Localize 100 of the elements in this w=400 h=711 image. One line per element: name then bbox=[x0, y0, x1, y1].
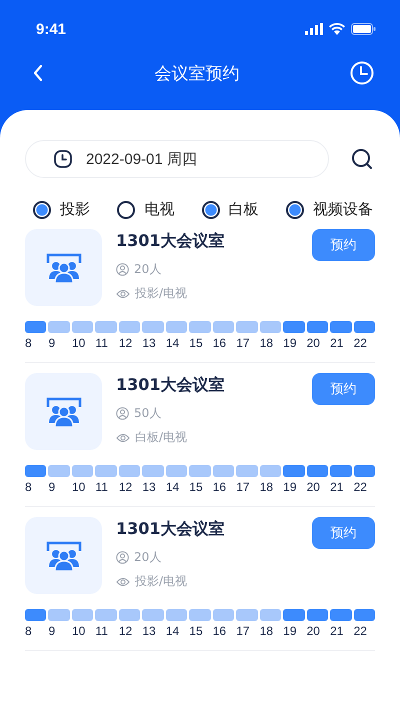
time-slot[interactable] bbox=[166, 321, 188, 333]
hour-label: 19 bbox=[283, 336, 298, 350]
time-slot[interactable] bbox=[25, 321, 46, 333]
room-name: 1301大会议室 bbox=[116, 375, 226, 396]
time-slot[interactable] bbox=[166, 465, 188, 477]
time-slot[interactable] bbox=[283, 609, 305, 621]
filter-option[interactable]: 投影 bbox=[33, 200, 90, 219]
time-slot[interactable] bbox=[212, 609, 234, 621]
room-equipment: 白板/电视 bbox=[135, 429, 188, 446]
eye-icon bbox=[116, 288, 130, 298]
eye-icon bbox=[116, 432, 130, 442]
hour-label: 18 bbox=[260, 480, 274, 494]
battery-icon bbox=[351, 23, 376, 35]
radio-button[interactable] bbox=[286, 200, 304, 218]
room-name: 1301大会议室 bbox=[116, 519, 226, 540]
hour-label: 8 bbox=[25, 336, 33, 350]
time-slot[interactable] bbox=[212, 465, 234, 477]
back-icon[interactable] bbox=[32, 64, 44, 82]
time-slot[interactable] bbox=[354, 609, 376, 621]
hour-label: 14 bbox=[166, 480, 180, 494]
time-slot[interactable] bbox=[72, 609, 94, 621]
time-slot[interactable] bbox=[118, 465, 140, 477]
room-capacity: 20人 bbox=[134, 261, 162, 278]
time-slot[interactable] bbox=[142, 609, 164, 621]
hour-label: 22 bbox=[354, 336, 368, 350]
time-slot[interactable] bbox=[354, 465, 376, 477]
time-slot[interactable] bbox=[189, 609, 211, 621]
hour-label: 9 bbox=[48, 624, 56, 638]
hour-label: 22 bbox=[354, 624, 368, 638]
time-slot[interactable] bbox=[236, 465, 258, 477]
time-slot[interactable] bbox=[260, 321, 282, 333]
room-equipment: 投影/电视 bbox=[135, 573, 188, 590]
meeting-room-icon bbox=[46, 252, 82, 282]
time-slot[interactable] bbox=[95, 465, 117, 477]
time-slot[interactable] bbox=[330, 465, 352, 477]
date-field[interactable]: 2022-09-01 周四 bbox=[25, 140, 329, 178]
time-slot[interactable] bbox=[283, 465, 305, 477]
filter-option[interactable]: 电视 bbox=[117, 200, 174, 219]
meeting-room-icon bbox=[46, 396, 82, 426]
time-slot[interactable] bbox=[306, 465, 328, 477]
radio-button[interactable] bbox=[202, 200, 220, 218]
person-icon bbox=[116, 407, 129, 420]
room-capacity: 50人 bbox=[134, 405, 162, 422]
hour-label: 13 bbox=[142, 624, 157, 638]
time-slot[interactable] bbox=[306, 321, 328, 333]
hour-label: 10 bbox=[72, 336, 86, 350]
hour-label: 9 bbox=[48, 480, 56, 494]
hour-label: 21 bbox=[330, 624, 344, 638]
time-slot[interactable] bbox=[236, 609, 258, 621]
time-slot[interactable] bbox=[189, 465, 211, 477]
filter-option[interactable]: 视频设备 bbox=[286, 200, 373, 219]
hour-label: 18 bbox=[260, 624, 274, 638]
filter-option[interactable]: 白板 bbox=[202, 200, 259, 219]
radio-button[interactable] bbox=[117, 200, 136, 218]
hour-label: 15 bbox=[189, 336, 204, 350]
hour-label: 10 bbox=[72, 624, 86, 638]
time-slot[interactable] bbox=[142, 465, 164, 477]
time-slot[interactable] bbox=[283, 321, 305, 333]
hour-label: 20 bbox=[306, 480, 321, 494]
radio-button[interactable] bbox=[33, 200, 51, 218]
time-slot[interactable] bbox=[48, 609, 70, 621]
time-slot[interactable] bbox=[72, 465, 94, 477]
hour-label: 12 bbox=[118, 480, 134, 494]
hour-label: 16 bbox=[212, 480, 228, 494]
time-slot[interactable] bbox=[118, 609, 140, 621]
eye-icon bbox=[116, 576, 130, 586]
time-slot[interactable] bbox=[95, 321, 117, 333]
meeting-room-icon bbox=[46, 540, 82, 570]
time-slot[interactable] bbox=[212, 321, 234, 333]
hour-label: 14 bbox=[166, 336, 180, 350]
search-icon[interactable] bbox=[351, 148, 373, 170]
hour-label: 16 bbox=[212, 336, 228, 350]
time-slot[interactable] bbox=[330, 321, 352, 333]
time-slot[interactable] bbox=[95, 609, 117, 621]
time-slot[interactable] bbox=[354, 321, 376, 333]
page-title: 会议室预约 bbox=[154, 62, 240, 84]
time-slot[interactable] bbox=[306, 609, 328, 621]
hour-label: 20 bbox=[306, 336, 321, 350]
time-slot[interactable] bbox=[189, 321, 211, 333]
room-name: 1301大会议室 bbox=[116, 231, 226, 252]
hour-label: 21 bbox=[330, 480, 344, 494]
hour-label: 12 bbox=[118, 336, 134, 350]
hour-label: 17 bbox=[236, 336, 251, 350]
time-slot[interactable] bbox=[166, 609, 188, 621]
hour-label: 20 bbox=[306, 624, 321, 638]
time-slot[interactable] bbox=[142, 321, 164, 333]
hour-label: 8 bbox=[25, 624, 33, 638]
time-slot[interactable] bbox=[48, 465, 70, 477]
clock-icon[interactable] bbox=[350, 61, 374, 85]
time-slot[interactable] bbox=[118, 321, 140, 333]
time-slot[interactable] bbox=[330, 609, 352, 621]
time-slot[interactable] bbox=[236, 321, 258, 333]
time-slot[interactable] bbox=[72, 321, 94, 333]
time-slot[interactable] bbox=[25, 609, 46, 621]
time-slot[interactable] bbox=[25, 465, 46, 477]
time-slot[interactable] bbox=[260, 609, 282, 621]
time-slot[interactable] bbox=[260, 465, 282, 477]
time-slot[interactable] bbox=[48, 321, 70, 333]
person-icon bbox=[116, 551, 129, 564]
hour-label: 11 bbox=[95, 624, 109, 638]
